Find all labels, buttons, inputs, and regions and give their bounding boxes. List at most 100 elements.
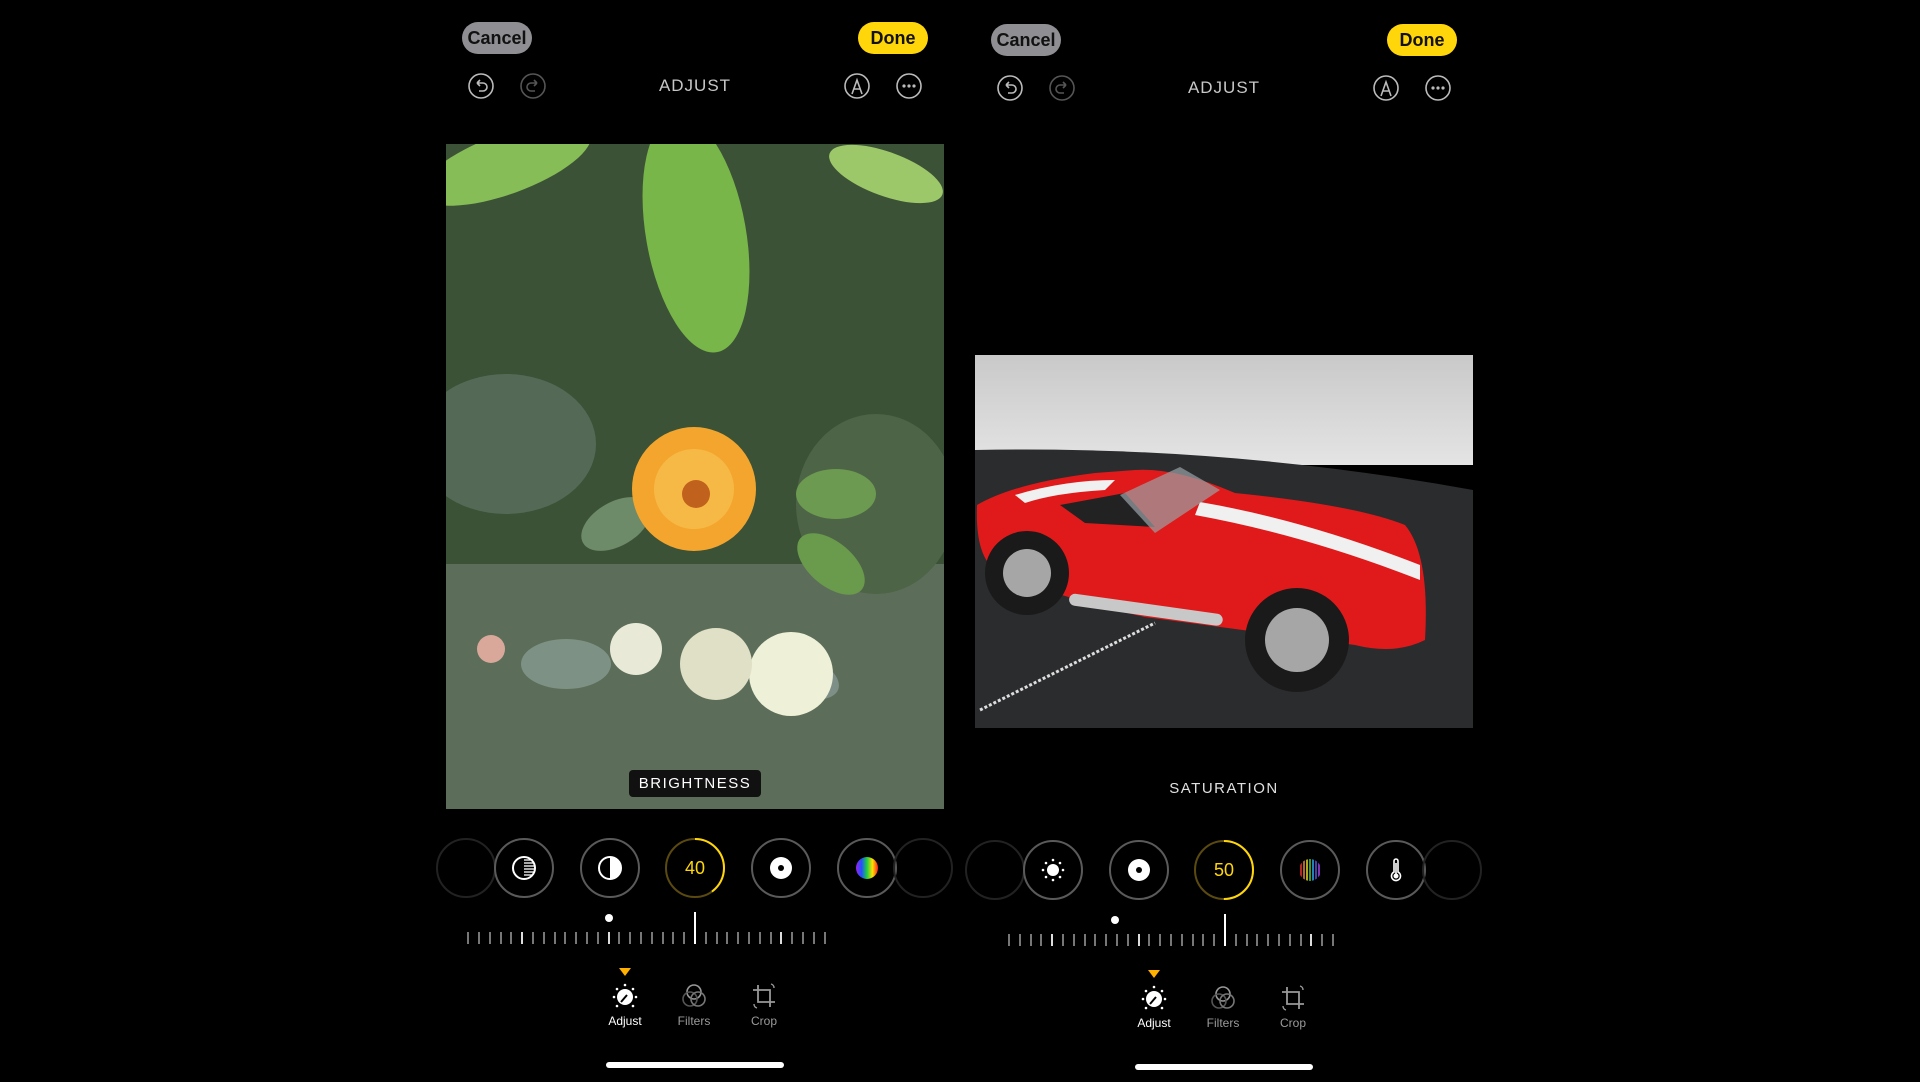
- slider-tick: [1094, 934, 1096, 946]
- slider-tick: [802, 932, 804, 944]
- vibrance-button[interactable]: [1280, 840, 1340, 900]
- slider-tick: [489, 932, 491, 944]
- tool-button-partial[interactable]: [965, 840, 1025, 900]
- more-icon[interactable]: [1424, 74, 1452, 102]
- tab-filters[interactable]: Filters: [659, 982, 729, 1028]
- tab-crop[interactable]: Crop: [1258, 984, 1328, 1030]
- highlights-icon: [512, 856, 536, 880]
- tool-button-partial[interactable]: [1422, 840, 1482, 900]
- adjust-dial-icon: [612, 983, 638, 1008]
- slider-tick: [575, 932, 577, 944]
- slider-tick: [521, 932, 523, 944]
- adjustment-label: BRIGHTNESS: [446, 770, 944, 797]
- slider-tick: [748, 932, 750, 944]
- slider-tick: [1321, 934, 1323, 946]
- brightness-button-active[interactable]: 40: [665, 838, 725, 898]
- slider-tick: [1030, 934, 1032, 946]
- tab-label: Crop: [1279, 1016, 1306, 1030]
- slider-tick: [1051, 934, 1053, 946]
- tab-label: Adjust: [608, 1014, 642, 1028]
- slider-tick: [532, 932, 534, 944]
- slider-tick: [629, 932, 631, 944]
- tab-crop[interactable]: Crop: [729, 982, 799, 1028]
- tool-button-partial[interactable]: [893, 838, 953, 898]
- slider-tick: [1246, 934, 1248, 946]
- slider-tick: [716, 932, 718, 944]
- black-point-button[interactable]: [1109, 840, 1169, 900]
- tab-label: Filters: [677, 1014, 711, 1028]
- slider-default-dot: [1111, 916, 1119, 924]
- slider-tick: [824, 932, 826, 944]
- slider-tick: [662, 932, 664, 944]
- slider-default-dot: [605, 914, 613, 922]
- highlights-button[interactable]: [494, 838, 554, 898]
- crop-icon: [753, 983, 775, 1009]
- black-point-button[interactable]: [751, 838, 811, 898]
- slider-tick: [1267, 934, 1269, 946]
- markup-icon[interactable]: [843, 72, 871, 100]
- slider-tick: [478, 932, 480, 944]
- tab-adjust[interactable]: Adjust: [1119, 984, 1189, 1030]
- tool-button-partial[interactable]: [436, 838, 496, 898]
- cancel-button[interactable]: Cancel: [991, 24, 1061, 56]
- more-icon[interactable]: [895, 72, 923, 100]
- slider-tick: [791, 932, 793, 944]
- slider-tick: [1170, 934, 1172, 946]
- done-button[interactable]: Done: [858, 22, 928, 54]
- slider-tick: [500, 932, 502, 944]
- slider-tick: [780, 932, 782, 944]
- slider-tick: [1256, 934, 1258, 946]
- black-point-icon: [770, 857, 792, 879]
- slider-tick: [759, 932, 761, 944]
- slider-tick: [1073, 934, 1075, 946]
- active-tab-indicator: [619, 968, 631, 976]
- slider-tick: [1127, 934, 1129, 946]
- slider-tick: [1310, 934, 1312, 946]
- home-indicator[interactable]: [1135, 1064, 1313, 1070]
- slider-tick: [1084, 934, 1086, 946]
- slider-tick: [1019, 934, 1021, 946]
- tab-filters[interactable]: Filters: [1188, 984, 1258, 1030]
- slider-tick: [813, 932, 815, 944]
- filters-icon: [682, 984, 706, 1007]
- tab-label: Filters: [1206, 1016, 1240, 1030]
- slider-tick: [1159, 934, 1161, 946]
- done-button[interactable]: Done: [1387, 24, 1457, 56]
- slider-tick: [1235, 934, 1237, 946]
- slider-tick: [554, 932, 556, 944]
- slider-tick: [608, 932, 610, 944]
- slider-tick: [1138, 934, 1140, 946]
- active-tab-indicator: [1148, 970, 1160, 978]
- cancel-button[interactable]: Cancel: [462, 22, 532, 54]
- filters-icon: [1211, 986, 1235, 1009]
- slider-tick: [640, 932, 642, 944]
- vibrance-icon: [1300, 859, 1320, 881]
- contrast-button[interactable]: [580, 838, 640, 898]
- slider-tick: [705, 932, 707, 944]
- slider-tick: [1289, 934, 1291, 946]
- slider-tick: [1040, 934, 1042, 946]
- warmth-icon: [1390, 858, 1402, 882]
- editor-panel-right: Cancel Done ADJUST SATURATION 50 Adjust …: [965, 2, 1482, 1082]
- active-tool-value: 40: [684, 857, 706, 878]
- photo-car[interactable]: [975, 355, 1473, 728]
- brightness-button[interactable]: [1023, 840, 1083, 900]
- saturation-button[interactable]: [837, 838, 897, 898]
- slider-tick: [672, 932, 674, 944]
- home-indicator[interactable]: [606, 1062, 784, 1068]
- slider-tick: [1116, 934, 1118, 946]
- active-tool-value: 50: [1213, 859, 1235, 880]
- slider-tick: [564, 932, 566, 944]
- adjust-dial-icon: [1141, 985, 1167, 1010]
- tab-adjust[interactable]: Adjust: [590, 982, 660, 1028]
- photo-flower[interactable]: [446, 144, 944, 809]
- tab-label: Crop: [750, 1014, 777, 1028]
- slider-tick: [651, 932, 653, 944]
- markup-icon[interactable]: [1372, 74, 1400, 102]
- warmth-button[interactable]: [1366, 840, 1426, 900]
- slider-tick: [1148, 934, 1150, 946]
- slider-tick: [586, 932, 588, 944]
- slider-center-tick: [1224, 914, 1226, 946]
- black-point-icon: [1128, 859, 1150, 881]
- saturation-button-active[interactable]: 50: [1194, 840, 1254, 900]
